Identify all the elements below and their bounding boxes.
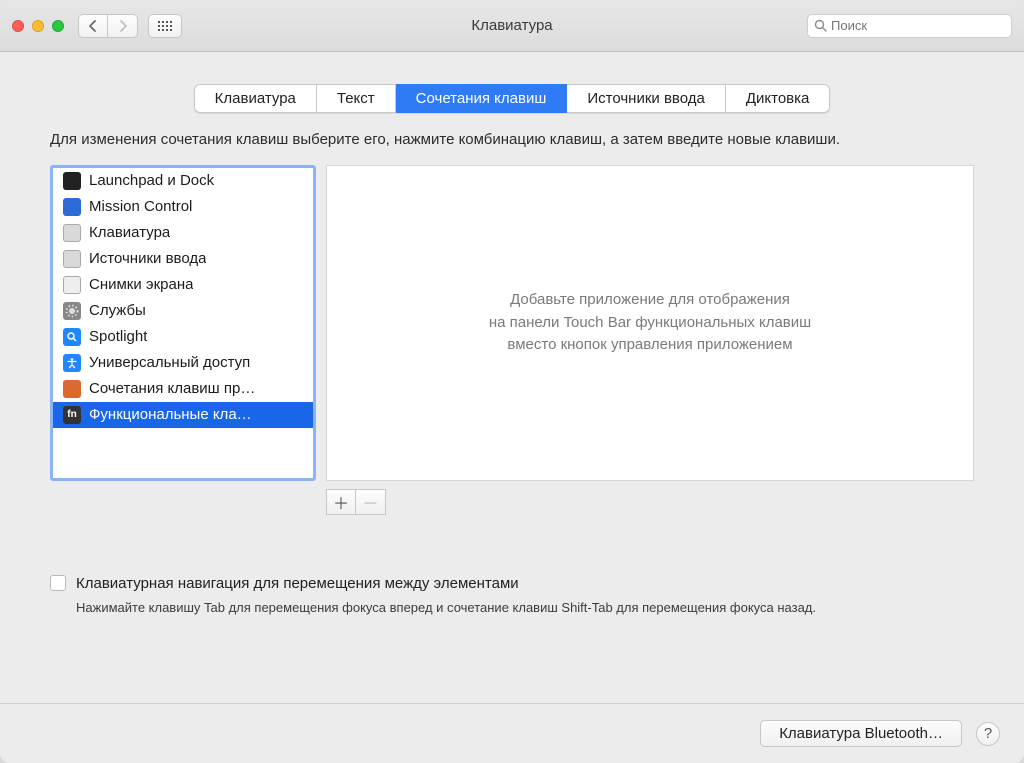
empty-line-3: вместо кнопок управления приложением (489, 334, 811, 357)
sidebar-item-accessibility[interactable]: Универсальный доступ (53, 350, 313, 376)
input-sources-icon (63, 250, 81, 268)
services-icon (63, 302, 81, 320)
minimize-window-button[interactable] (32, 20, 44, 32)
empty-line-1: Добавьте приложение для отображения (489, 289, 811, 312)
titlebar: Клавиатура (0, 0, 1024, 52)
sidebar-item-label: Mission Control (89, 198, 192, 215)
sidebar-item-keyboard[interactable]: Клавиатура (53, 220, 313, 246)
search-icon (814, 19, 827, 32)
search-field[interactable] (807, 14, 1012, 38)
sidebar-item-screenshots[interactable]: Снимки экрана (53, 272, 313, 298)
sidebar-item-label: Универсальный доступ (89, 354, 250, 371)
sidebar-item-label: Службы (89, 302, 146, 319)
grid-icon (158, 21, 172, 31)
tab-bar: Клавиатура Текст Сочетания клавиш Источн… (194, 84, 831, 113)
sidebar-item-label: Spotlight (89, 328, 147, 345)
launchpad-icon (63, 172, 81, 190)
panes: Launchpad и Dock Mission Control Клавиат… (50, 165, 974, 481)
empty-state-text: Добавьте приложение для отображения на п… (489, 289, 811, 357)
remove-button[interactable]: － (356, 489, 386, 515)
spotlight-icon (63, 328, 81, 346)
add-button[interactable]: ＋ (326, 489, 356, 515)
tabs-row: Клавиатура Текст Сочетания клавиш Источн… (0, 52, 1024, 129)
zoom-window-button[interactable] (52, 20, 64, 32)
sidebar-item-label: Сочетания клавиш пр… (89, 380, 255, 397)
empty-line-2: на панели Touch Bar функциональных клави… (489, 312, 811, 335)
tab-shortcuts[interactable]: Сочетания клавиш (396, 84, 568, 113)
nav-buttons (78, 14, 138, 38)
chevron-right-icon (119, 20, 127, 32)
sidebar-item-spotlight[interactable]: Spotlight (53, 324, 313, 350)
add-remove-buttons: ＋ － (326, 489, 974, 515)
content-area: Для изменения сочетания клавиш выберите … (0, 129, 1024, 703)
detail-pane: Добавьте приложение для отображения на п… (326, 165, 974, 481)
sidebar-item-label: Launchpad и Dock (89, 172, 214, 189)
back-button[interactable] (78, 14, 108, 38)
show-all-button[interactable] (148, 14, 182, 38)
tab-input-sources[interactable]: Источники ввода (567, 84, 725, 113)
tab-keyboard[interactable]: Клавиатура (194, 84, 317, 113)
category-list: Launchpad и Dock Mission Control Клавиат… (53, 168, 313, 428)
preferences-window: Клавиатура Клавиатура Текст Сочетания кл… (0, 0, 1024, 763)
bluetooth-keyboard-button[interactable]: Клавиатура Bluetooth… (760, 720, 962, 747)
search-input[interactable] (831, 18, 1007, 33)
forward-button[interactable] (108, 14, 138, 38)
instructions-text: Для изменения сочетания клавиш выберите … (50, 129, 974, 151)
sidebar-item-label: Источники ввода (89, 250, 206, 267)
gear-icon (65, 304, 79, 318)
fn-icon: fn (63, 406, 81, 424)
sidebar-item-services[interactable]: Службы (53, 298, 313, 324)
keyboard-navigation-label: Клавиатурная навигация для перемещения м… (76, 575, 519, 592)
keyboard-navigation-row: Клавиатурная навигация для перемещения м… (50, 575, 974, 592)
sidebar-item-launchpad-dock[interactable]: Launchpad и Dock (53, 168, 313, 194)
sidebar-item-input-sources[interactable]: Источники ввода (53, 246, 313, 272)
keyboard-navigation-hint: Нажимайте клавишу Tab для перемещения фо… (50, 600, 974, 615)
help-button[interactable]: ? (976, 722, 1000, 746)
sidebar-item-app-shortcuts[interactable]: Сочетания клавиш пр… (53, 376, 313, 402)
chevron-left-icon (89, 20, 97, 32)
sidebar-item-label: Клавиатура (89, 224, 170, 241)
keyboard-icon (63, 224, 81, 242)
search-field-wrap (807, 14, 1012, 38)
sidebar-item-label: Снимки экрана (89, 276, 193, 293)
tab-dictation[interactable]: Диктовка (726, 84, 831, 113)
sidebar-item-label: Функциональные кла… (89, 406, 252, 423)
footer: Клавиатура Bluetooth… ? (0, 703, 1024, 763)
tab-text[interactable]: Текст (317, 84, 396, 113)
sidebar-item-function-keys[interactable]: fn Функциональные кла… (53, 402, 313, 428)
sidebar-item-mission-control[interactable]: Mission Control (53, 194, 313, 220)
app-shortcuts-icon (63, 380, 81, 398)
traffic-lights (12, 20, 64, 32)
accessibility-icon (63, 354, 81, 372)
keyboard-navigation-checkbox[interactable] (50, 575, 66, 591)
category-sidebar[interactable]: Launchpad и Dock Mission Control Клавиат… (50, 165, 316, 481)
screenshot-icon (63, 276, 81, 294)
close-window-button[interactable] (12, 20, 24, 32)
mission-control-icon (63, 198, 81, 216)
